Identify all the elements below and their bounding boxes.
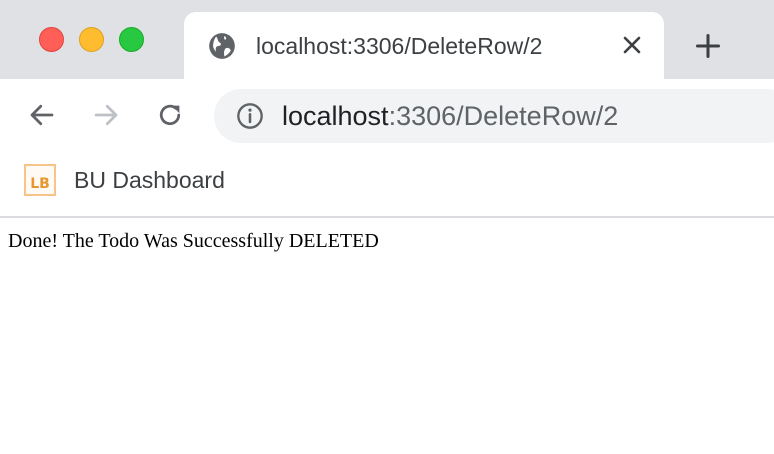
window-minimize-button[interactable] <box>79 27 104 52</box>
close-tab-icon[interactable] <box>620 33 644 57</box>
bookmark-favicon-icon: LB <box>24 164 56 196</box>
globe-icon <box>209 33 235 59</box>
bookmark-bu-dashboard[interactable]: LB BU Dashboard <box>24 163 225 197</box>
url-text[interactable]: localhost:3306/DeleteRow/2 <box>282 99 618 133</box>
new-tab-plus-icon[interactable] <box>694 32 722 60</box>
tab-strip: localhost:3306/DeleteRow/2 <box>0 0 774 79</box>
forward-arrow-icon[interactable] <box>91 99 121 131</box>
tab-title: localhost:3306/DeleteRow/2 <box>256 33 543 59</box>
address-bar[interactable]: localhost:3306/DeleteRow/2 <box>214 89 774 143</box>
browser-toolbar: localhost:3306/DeleteRow/2 <box>0 79 774 151</box>
url-host: localhost <box>282 101 389 131</box>
url-path: :3306/DeleteRow/2 <box>388 101 619 131</box>
page-content: Done! The Todo Was Successfully DELETED <box>0 218 774 454</box>
window-zoom-button[interactable] <box>119 27 144 52</box>
window-close-button[interactable] <box>39 27 64 52</box>
back-arrow-icon[interactable] <box>27 99 57 131</box>
active-tab[interactable]: localhost:3306/DeleteRow/2 <box>184 12 664 79</box>
site-info-icon[interactable] <box>236 102 264 130</box>
bookmark-label: BU Dashboard <box>74 166 225 193</box>
reload-icon[interactable] <box>155 99 185 131</box>
status-message: Done! The Todo Was Successfully DELETED <box>8 230 379 252</box>
bookmarks-bar: LB BU Dashboard <box>0 151 774 218</box>
